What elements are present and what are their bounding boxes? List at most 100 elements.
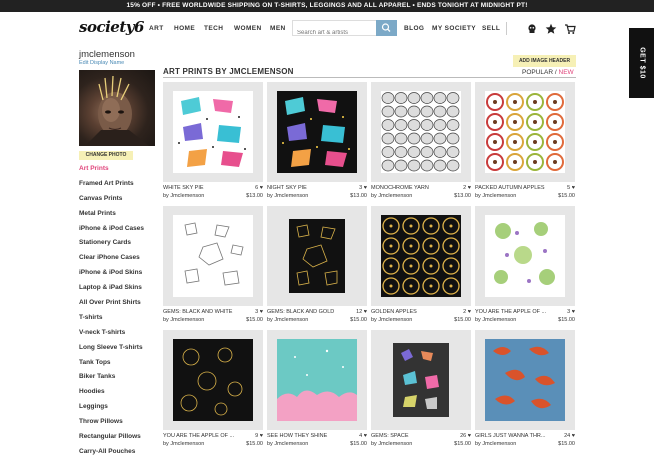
like-count[interactable]: 2 ♥ <box>463 185 471 191</box>
like-count[interactable]: 12 ♥ <box>356 309 367 315</box>
sidebar-item-throw-pillows[interactable]: Throw Pillows <box>79 417 144 432</box>
product-title[interactable]: GIRLS JUST WANNA THR... <box>475 433 549 439</box>
product-thumbnail[interactable] <box>371 82 471 182</box>
sidebar-item-metal-prints[interactable]: Metal Prints <box>79 209 144 224</box>
user-icon <box>528 24 536 33</box>
product-thumbnail[interactable] <box>163 330 263 430</box>
product-card[interactable]: YOU ARE THE APPLE OF ... 3 ♥ by Jmclemenso… <box>475 206 575 323</box>
cart-button[interactable] <box>564 22 576 34</box>
change-photo-button[interactable]: CHANGE PHOTO <box>79 151 133 160</box>
product-thumbnail[interactable] <box>267 82 367 182</box>
like-count[interactable]: 3 ♥ <box>567 309 575 315</box>
cart-icon <box>565 24 576 34</box>
sidebar-item-hoodies[interactable]: Hoodies <box>79 387 144 402</box>
product-card[interactable]: WHITE SKY PIE 6 ♥ by Jmclemenson $13.00 <box>163 82 263 199</box>
add-image-header-button[interactable]: ADD IMAGE HEADER <box>513 55 576 67</box>
sidebar-item-laptop-ipad-skins[interactable]: Laptop & iPad Skins <box>79 283 144 298</box>
like-count[interactable]: 4 ♥ <box>359 433 367 439</box>
product-card[interactable]: NIGHT SKY PIE 3 ♥ by Jmclemenson $13.00 <box>267 82 367 199</box>
product-price: $15.00 <box>558 317 575 323</box>
product-title[interactable]: GEMS: BLACK AND GOLD <box>267 309 341 315</box>
product-title[interactable]: GOLDEN APPLES <box>371 309 445 315</box>
like-count[interactable]: 24 ♥ <box>564 433 575 439</box>
sidebar-item-iphone-ipod-skins[interactable]: iPhone & iPod Skins <box>79 268 144 283</box>
like-count[interactable]: 3 ♥ <box>359 185 367 191</box>
product-card[interactable]: YOU ARE THE APPLE OF ... 9 ♥ by Jmclemenso… <box>163 330 263 447</box>
nav-my-society[interactable]: MY SOCIETY <box>432 25 476 32</box>
product-thumbnail[interactable] <box>163 82 263 182</box>
sidebar-item-leggings[interactable]: Leggings <box>79 402 144 417</box>
nav-art[interactable]: ART <box>149 25 164 32</box>
product-title[interactable]: WHITE SKY PIE <box>163 185 237 191</box>
like-count[interactable]: 3 ♥ <box>255 309 263 315</box>
nav-divider <box>506 22 507 35</box>
like-count[interactable]: 5 ♥ <box>567 185 575 191</box>
nav-home[interactable]: HOME <box>174 25 195 32</box>
nav-tech[interactable]: TECH <box>204 25 223 32</box>
sidebar-item-v-neck-t-shirts[interactable]: V-neck T-shirts <box>79 328 144 343</box>
product-card[interactable]: MONOCHROME YARN 2 ♥ by Jmclemenson $13.00 <box>371 82 471 199</box>
artwork-image <box>381 339 461 421</box>
sidebar-item-framed-art-prints[interactable]: Framed Art Prints <box>79 179 144 194</box>
product-card[interactable]: GOLDEN APPLES 2 ♥ by Jmclemenson $15.00 <box>371 206 471 323</box>
product-thumbnail[interactable] <box>475 330 575 430</box>
artwork-image <box>381 91 461 173</box>
site-logo[interactable]: society6 <box>79 18 144 36</box>
search-box <box>292 20 397 40</box>
sidebar-item-t-shirts[interactable]: T-shirts <box>79 313 144 328</box>
page-title: ART PRINTS BY JMCLEMENSON <box>163 67 294 76</box>
sidebar-item-rectangular-pillows[interactable]: Rectangular Pillows <box>79 432 144 447</box>
product-title[interactable]: NIGHT SKY PIE <box>267 185 341 191</box>
product-card[interactable]: GEMS: SPACE 26 ♥ by Jmclemenson $15.00 <box>371 330 471 447</box>
sidebar-item-iphone-ipod-cases[interactable]: iPhone & iPod Cases <box>79 224 144 239</box>
like-count[interactable]: 6 ♥ <box>255 185 263 191</box>
nav-blog[interactable]: BLOG <box>404 25 424 32</box>
sidebar-item-canvas-prints[interactable]: Canvas Prints <box>79 194 144 209</box>
edit-display-name-link[interactable]: Edit Display Name <box>79 60 135 66</box>
favorites-button[interactable] <box>545 22 557 34</box>
product-title[interactable]: SEE HOW THEY SHINE <box>267 433 341 439</box>
sidebar-item-long-sleeve-t-shirts[interactable]: Long Sleeve T-shirts <box>79 343 144 358</box>
product-card[interactable]: GIRLS JUST WANNA THR... 24 ♥ by Jmclemenso… <box>475 330 575 447</box>
artwork-image <box>173 215 253 297</box>
sidebar-item-art-prints[interactable]: Art Prints <box>79 164 144 179</box>
nav-men[interactable]: MEN <box>270 25 286 32</box>
sidebar-item-clear-iphone-cases[interactable]: Clear iPhone Cases <box>79 253 144 268</box>
product-title[interactable]: GEMS: SPACE <box>371 433 445 439</box>
like-count[interactable]: 26 ♥ <box>460 433 471 439</box>
product-title[interactable]: YOU ARE THE APPLE OF ... <box>475 309 549 315</box>
get-10-tab[interactable]: GET $10 <box>629 28 654 98</box>
profile-menu[interactable] <box>526 22 538 34</box>
product-card[interactable]: GEMS: BLACK AND WHITE 3 ♥ by Jmclemenson $1… <box>163 206 263 323</box>
sidebar-item-all-over-print-shirts[interactable]: All Over Print Shirts <box>79 298 144 313</box>
product-thumbnail[interactable] <box>267 330 367 430</box>
product-card[interactable]: GEMS: BLACK AND GOLD 12 ♥ by Jmclemenson $1… <box>267 206 367 323</box>
product-card[interactable]: PACKED AUTUMN APPLES 5 ♥ by Jmclemenson $15… <box>475 82 575 199</box>
product-card[interactable]: SEE HOW THEY SHINE 4 ♥ by Jmclemenson $15.0… <box>267 330 367 447</box>
search-button[interactable] <box>376 20 397 36</box>
search-input[interactable] <box>293 26 376 40</box>
sidebar-item-stationery-cards[interactable]: Stationery Cards <box>79 238 144 253</box>
nav-women[interactable]: WOMEN <box>234 25 262 32</box>
sidebar-item-biker-tanks[interactable]: Biker Tanks <box>79 372 144 387</box>
product-thumbnail[interactable] <box>475 206 575 306</box>
product-thumbnail[interactable] <box>475 82 575 182</box>
nav-sell[interactable]: SELL <box>482 25 500 32</box>
sort-new[interactable]: NEW <box>559 69 574 76</box>
product-thumbnail[interactable] <box>371 206 471 306</box>
product-title[interactable]: PACKED AUTUMN APPLES <box>475 185 549 191</box>
sidebar-item-tank-tops[interactable]: Tank Tops <box>79 358 144 373</box>
sidebar-item-carry-all-pouches[interactable]: Carry-All Pouches <box>79 447 144 462</box>
like-count[interactable]: 9 ♥ <box>255 433 263 439</box>
product-title[interactable]: GEMS: BLACK AND WHITE <box>163 309 237 315</box>
product-thumbnail[interactable] <box>371 330 471 430</box>
promo-banner[interactable]: 15% OFF • FREE WORLDWIDE SHIPPING ON T-S… <box>0 0 654 12</box>
sort-popular[interactable]: POPULAR <box>522 69 553 76</box>
product-title[interactable]: YOU ARE THE APPLE OF ... <box>163 433 237 439</box>
top-navigation: society6 ART HOME TECH WOMEN MEN BLOG MY… <box>0 12 654 46</box>
product-price: $13.00 <box>454 193 471 199</box>
product-title[interactable]: MONOCHROME YARN <box>371 185 445 191</box>
product-thumbnail[interactable] <box>267 206 367 306</box>
product-thumbnail[interactable] <box>163 206 263 306</box>
like-count[interactable]: 2 ♥ <box>463 309 471 315</box>
